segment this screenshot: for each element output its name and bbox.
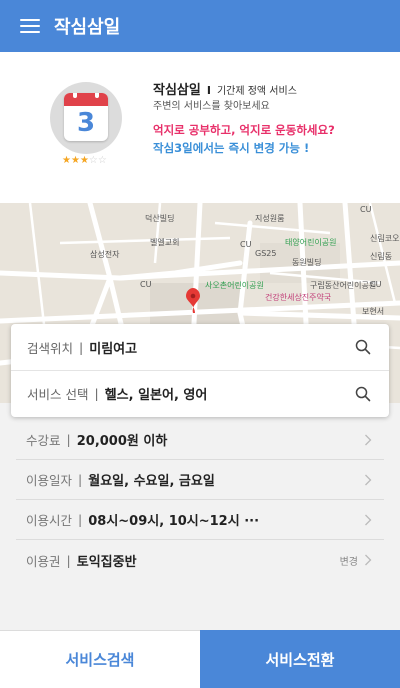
list-item-price[interactable]: 수강료 | 20,000원 이하	[16, 420, 384, 460]
chevron-right-icon	[365, 514, 372, 526]
star-icon: ★	[79, 155, 89, 166]
app-icon: 3	[50, 82, 122, 154]
search-icon[interactable]	[355, 386, 371, 402]
service-search-button[interactable]: 서비스검색	[0, 630, 200, 688]
location-search-field[interactable]: 검색위치 | 미림여고	[11, 324, 389, 370]
map-label: 지성원룸	[255, 214, 285, 223]
map-label: 건강한세상진주약국	[265, 293, 332, 302]
map-label: 보현서	[362, 307, 385, 316]
map-label: 구립동산어린이공원	[310, 281, 377, 290]
chevron-right-icon	[365, 434, 372, 446]
service-search-field[interactable]: 서비스 선택 | 헬스, 일본어, 영어	[11, 370, 389, 416]
calendar-number: 3	[76, 108, 96, 138]
service-label: 서비스 선택	[27, 387, 89, 402]
map-label: 덕산빌딩	[145, 214, 175, 223]
map-label: CU	[140, 280, 152, 289]
map-label: CU	[240, 240, 252, 249]
service-value: 헬스, 일본어, 영어	[104, 388, 208, 403]
map-label: GS25	[255, 249, 277, 258]
location-label: 검색위치	[27, 340, 74, 356]
app-title: 작심삼일	[54, 17, 121, 38]
star-empty-icon: ☆	[97, 155, 107, 166]
list-item-time[interactable]: 이용시간 | 08시~09시, 10시~12시 ···	[16, 500, 384, 540]
map-label: 벨엘교회	[150, 238, 180, 247]
star-empty-icon: ☆	[88, 155, 98, 166]
bottom-action-bar: 서비스검색 서비스전환	[0, 630, 400, 688]
service-card[interactable]: 3 ★★★☆☆ 작심삼일 I 기간제 정액 서비스 주변의 서비스를 찾아보세요…	[0, 52, 400, 203]
filter-list: 수강료 | 20,000원 이하 이용일자 | 월요일, 수요일, 금요일 이용…	[16, 420, 384, 580]
rating-stars: ★★★☆☆	[62, 155, 107, 166]
service-subtitle: 기간제 정액 서비스	[216, 86, 297, 97]
list-item-days[interactable]: 이용일자 | 월요일, 수요일, 금요일	[16, 460, 384, 500]
service-title: 작심삼일	[153, 83, 201, 98]
location-value: 미림여고	[89, 341, 138, 357]
star-icon: ★	[70, 155, 80, 166]
map-label: CU	[360, 205, 372, 214]
map-label: 태양어린이공원	[285, 238, 337, 247]
promo-line-1: 억지로 공부하고, 억지로 운동하세요?	[153, 123, 335, 137]
calendar-icon: 3	[64, 93, 108, 141]
chevron-right-icon	[365, 554, 372, 566]
map-label: 사오촌어린이공원	[205, 281, 264, 290]
map-label: 삼성전자	[90, 250, 120, 259]
map-label: 신림동	[370, 252, 393, 261]
chevron-right-icon	[365, 474, 372, 486]
app-bar: 작심삼일	[0, 0, 400, 52]
map-label: 동원빌딩	[292, 258, 322, 267]
service-description: 주변의 서비스를 찾아보세요	[153, 101, 270, 112]
menu-icon[interactable]	[20, 19, 40, 33]
map-label: 신림코오롱	[370, 234, 400, 243]
service-switch-button[interactable]: 서비스전환	[200, 630, 400, 688]
search-icon[interactable]	[355, 339, 371, 355]
star-icon: ★	[62, 155, 71, 166]
list-item-pass[interactable]: 이용권 | 토익집중반 변경	[16, 540, 384, 580]
change-link[interactable]: 변경	[340, 553, 358, 568]
search-panel: 검색위치 | 미림여고 서비스 선택 | 헬스, 일본어, 영어	[11, 324, 389, 417]
title-separator: I	[206, 84, 211, 97]
promo-line-2: 작심3일에서는 즉시 변경 가능 !	[153, 141, 310, 155]
map-label: CU	[370, 280, 382, 289]
